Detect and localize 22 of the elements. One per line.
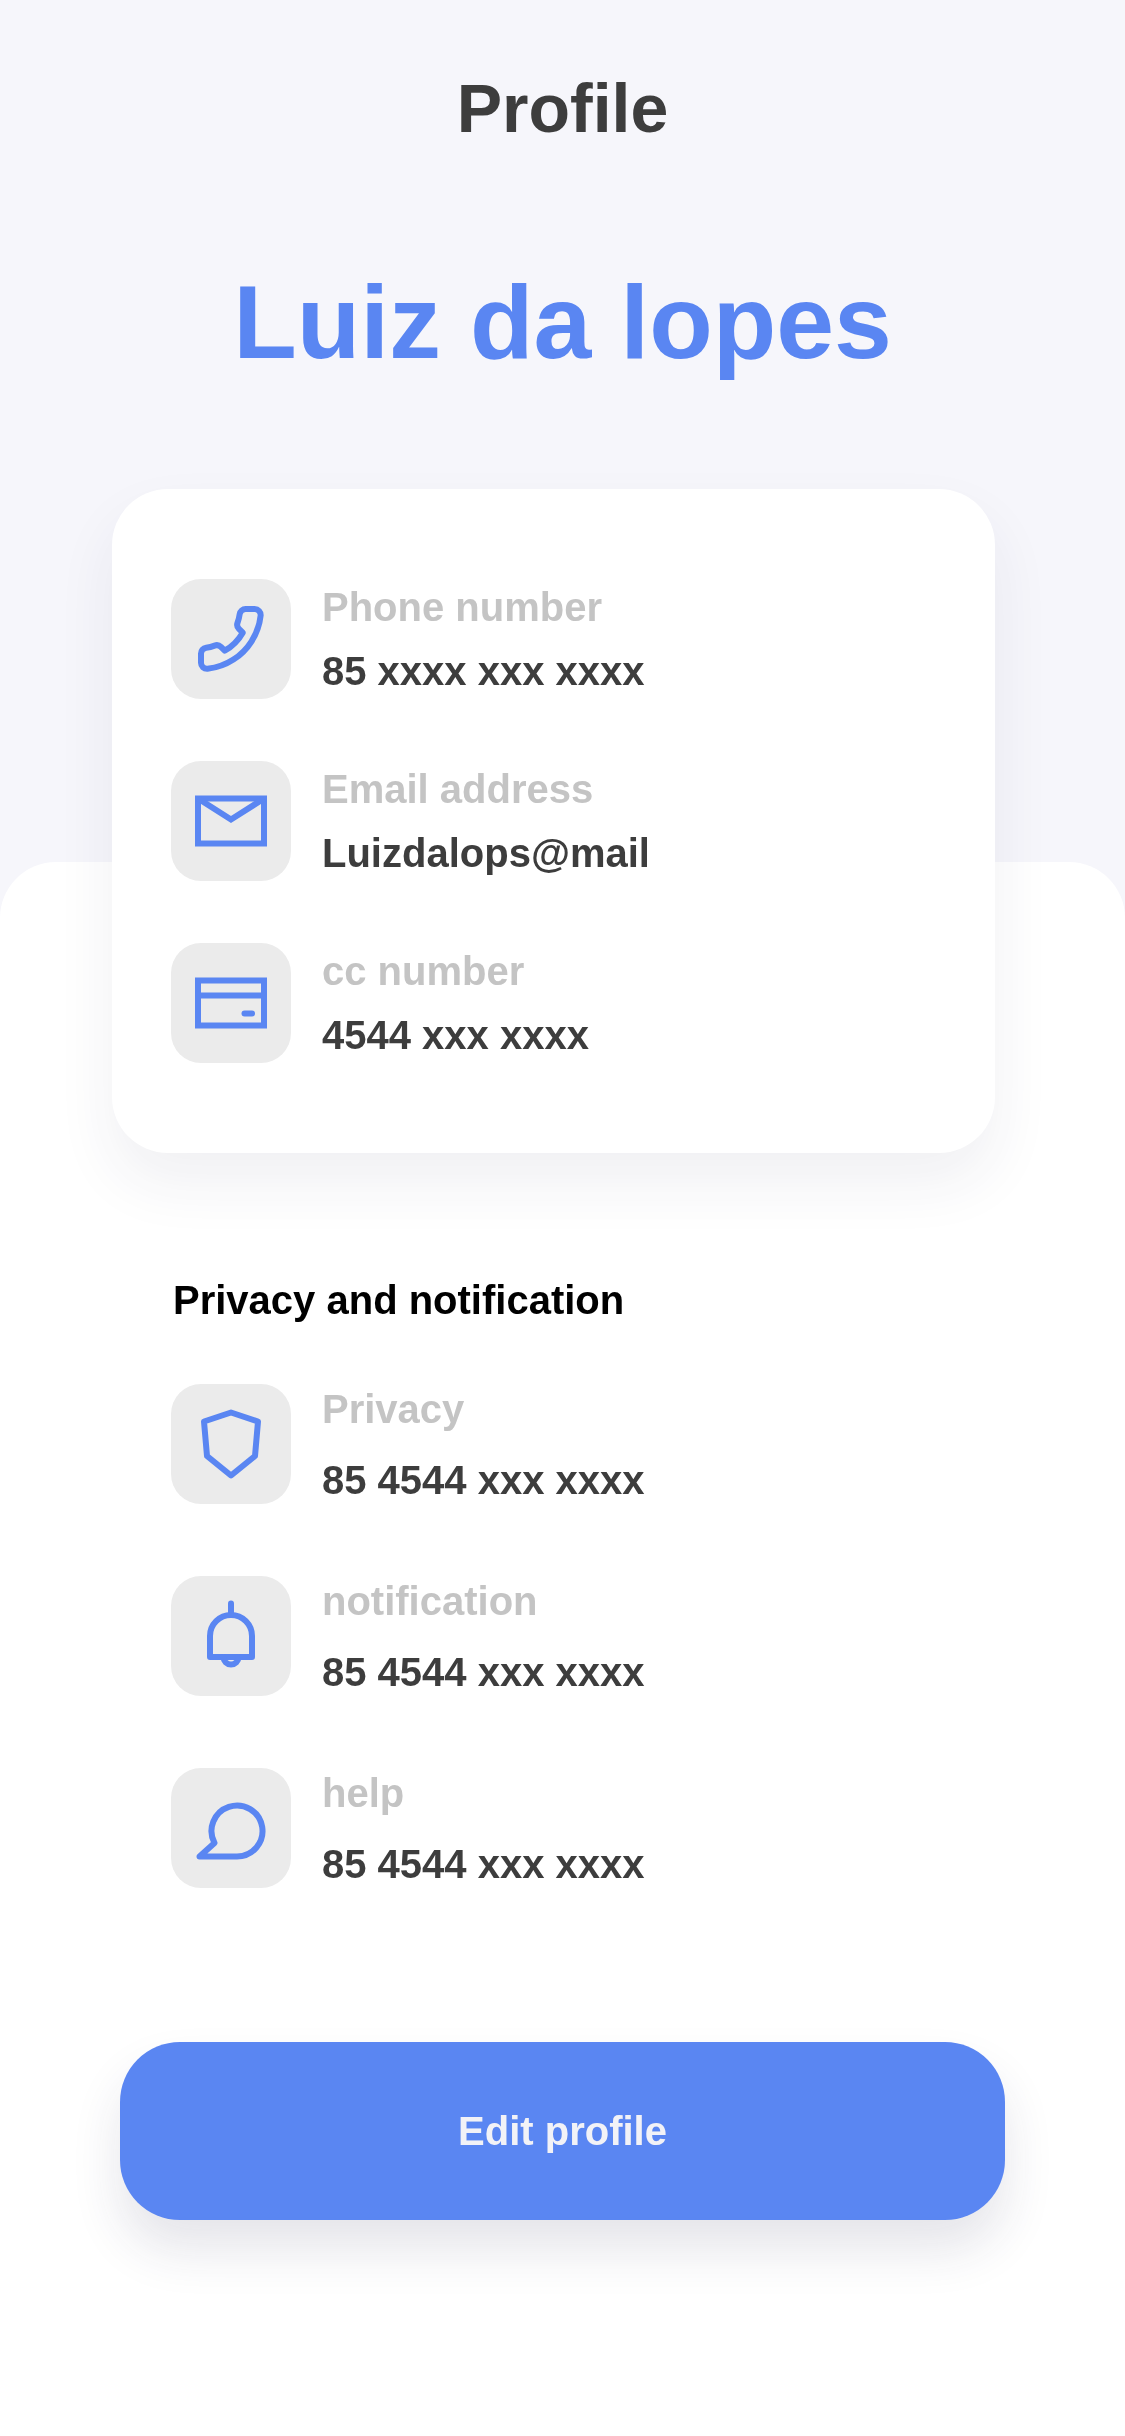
setting-value: 85 4544 xxx xxxx: [322, 1648, 645, 1696]
chat-bubble-icon: [171, 1768, 291, 1889]
setting-label: notification: [322, 1577, 539, 1625]
field-value: 85 xxxx xxx xxxx: [322, 648, 645, 696]
setting-label: help: [322, 1769, 406, 1817]
field-label: Phone number: [322, 584, 604, 632]
envelope-icon: [171, 761, 291, 882]
page-title: Profile: [456, 69, 669, 148]
user-name: Luiz da lopes: [233, 262, 892, 382]
setting-value: 85 4544 xxx xxxx: [322, 1840, 645, 1888]
setting-value: 85 4544 xxx xxxx: [322, 1456, 645, 1504]
credit-card-icon: [171, 943, 291, 1064]
section-heading: Privacy and notification: [173, 1277, 625, 1325]
phone-icon: [171, 579, 291, 700]
field-label: cc number: [322, 948, 526, 996]
setting-label: Privacy: [322, 1385, 466, 1433]
shield-icon: [171, 1384, 291, 1505]
field-value: 4544 xxx xxxx: [322, 1012, 589, 1060]
field-label: Email address: [322, 766, 595, 814]
edit-profile-button[interactable]: Edit profile: [120, 2042, 1005, 2221]
bell-icon: [171, 1576, 291, 1697]
field-value: Luizdalops@mail: [322, 830, 650, 878]
